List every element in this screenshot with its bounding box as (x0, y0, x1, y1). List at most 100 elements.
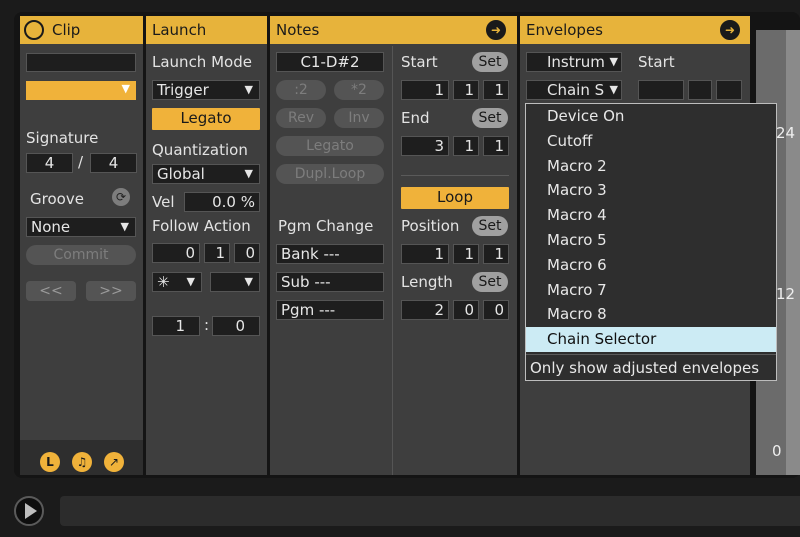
reverse-button[interactable]: Rev (276, 108, 326, 128)
notes-legato-button[interactable]: Legato (276, 136, 384, 156)
envelopes-title: Envelopes (526, 21, 603, 39)
note-range-field[interactable]: C1-D#2 (276, 52, 384, 72)
follow-action-b-dropdown[interactable]: ▼ (210, 272, 260, 292)
clip-name-field[interactable] (26, 53, 136, 72)
envelope-control-menu: Device On Cutoff Macro 2 Macro 3 Macro 4… (525, 103, 777, 381)
notes-panel: Notes ➜ C1-D#2 :2 *2 Rev Inv Legato Dupl… (270, 16, 517, 475)
end-sixteenths[interactable]: 1 (483, 136, 509, 156)
duplicate-loop-button[interactable]: Dupl.Loop (276, 164, 384, 184)
menu-item-chain-selector[interactable]: Chain Selector (526, 327, 776, 352)
envelope-start-beats[interactable] (688, 80, 712, 100)
follow-action-a-value: ✳ (157, 273, 170, 291)
clip-activator-button[interactable] (24, 20, 44, 40)
follow-time-bars[interactable]: 0 (152, 243, 200, 263)
position-bars[interactable]: 1 (401, 244, 449, 264)
start-beats[interactable]: 1 (453, 80, 479, 100)
envelope-control-dropdown[interactable]: Chain S ▼ (526, 80, 622, 100)
end-set-button[interactable]: Set (472, 108, 508, 128)
length-beats[interactable]: 0 (453, 300, 479, 320)
follow-time-beats[interactable]: 1 (204, 243, 230, 263)
velocity-label: Vel (152, 193, 175, 211)
chevron-down-icon: ▼ (609, 83, 618, 96)
bank-field[interactable]: Bank --- (276, 244, 384, 264)
envelope-device-value: Instrum (547, 53, 605, 71)
notes-expand-arrow-icon[interactable]: ➜ (486, 20, 506, 40)
notes-box-toggle-icon[interactable]: ♫ (72, 452, 92, 472)
menu-item-macro-3[interactable]: Macro 3 (526, 178, 776, 203)
launch-box-toggle-icon[interactable]: L (40, 452, 60, 472)
menu-item-device-on[interactable]: Device On (526, 104, 776, 129)
position-set-button[interactable]: Set (472, 216, 508, 236)
menu-item-macro-6[interactable]: Macro 6 (526, 253, 776, 278)
start-sixteenths[interactable]: 1 (483, 80, 509, 100)
notes-divider (392, 46, 393, 475)
chevron-down-icon: ▼ (244, 83, 253, 96)
notes-title: Notes (276, 21, 320, 39)
signature-numerator[interactable]: 4 (26, 153, 73, 173)
end-beats[interactable]: 1 (453, 136, 479, 156)
position-beats[interactable]: 1 (453, 244, 479, 264)
length-bars[interactable]: 2 (401, 300, 449, 320)
nudge-forward-button[interactable]: >> (86, 281, 136, 301)
menu-item-macro-2[interactable]: Macro 2 (526, 154, 776, 179)
signature-denominator[interactable]: 4 (90, 153, 137, 173)
nudge-back-button[interactable]: << (26, 281, 76, 301)
follow-chance-separator: : (204, 316, 210, 334)
transpose-half-button[interactable]: :2 (276, 80, 326, 100)
follow-action-a-dropdown[interactable]: ✳ ▼ (152, 272, 202, 292)
clip-color-dropdown[interactable]: ▼ (26, 81, 136, 100)
velocity-field[interactable]: 0.0 % (184, 192, 260, 212)
commit-button[interactable]: Commit (26, 245, 136, 265)
envelopes-box-toggle-icon[interactable]: ↗ (104, 452, 124, 472)
follow-time-sixteenths[interactable]: 0 (234, 243, 260, 263)
end-bars[interactable]: 3 (401, 136, 449, 156)
follow-chance-b[interactable]: 0 (212, 316, 260, 336)
notes-panel-header: Notes (270, 16, 517, 44)
program-field[interactable]: Pgm --- (276, 300, 384, 320)
envelope-control-value: Chain S (547, 81, 605, 99)
play-button[interactable] (14, 496, 44, 526)
menu-item-cutoff[interactable]: Cutoff (526, 129, 776, 154)
envelopes-expand-arrow-icon[interactable]: ➜ (720, 20, 740, 40)
envelope-start-bars[interactable] (638, 80, 684, 100)
menu-item-macro-5[interactable]: Macro 5 (526, 228, 776, 253)
invert-button[interactable]: Inv (334, 108, 384, 128)
menu-item-macro-8[interactable]: Macro 8 (526, 302, 776, 327)
launch-title: Launch (152, 21, 207, 39)
start-set-button[interactable]: Set (472, 52, 508, 72)
groove-hotswap-icon[interactable]: ⟳ (112, 188, 130, 206)
chevron-down-icon: ▼ (120, 220, 129, 233)
loop-toggle[interactable]: Loop (401, 187, 509, 209)
length-set-button[interactable]: Set (472, 272, 508, 292)
chevron-down-icon: ▼ (121, 82, 130, 95)
ruler-label-12: 12 (776, 285, 796, 303)
envelopes-panel-header: Envelopes (520, 16, 750, 44)
start-bars[interactable]: 1 (401, 80, 449, 100)
menu-item-only-adjusted[interactable]: Only show adjusted envelopes (526, 356, 776, 381)
end-label: End (401, 109, 430, 127)
quantization-value: Global (157, 165, 205, 183)
clip-panel: Clip ▼ Signature 4 / 4 Groove ⟳ None ▼ C… (20, 16, 143, 475)
length-label: Length (401, 273, 453, 291)
menu-item-macro-7[interactable]: Macro 7 (526, 278, 776, 303)
ruler-label-0: 0 (772, 442, 782, 460)
length-sixteenths[interactable]: 0 (483, 300, 509, 320)
signature-separator: / (78, 153, 84, 171)
menu-item-macro-4[interactable]: Macro 4 (526, 203, 776, 228)
clip-overview-scrollbar[interactable] (60, 496, 800, 526)
ruler-label-24: 24 (776, 124, 796, 142)
groove-dropdown[interactable]: None ▼ (26, 217, 136, 237)
launch-mode-dropdown[interactable]: Trigger ▼ (152, 80, 260, 100)
transpose-double-button[interactable]: *2 (334, 80, 384, 100)
launch-panel-header: Launch (146, 16, 267, 44)
sub-bank-field[interactable]: Sub --- (276, 272, 384, 292)
envelope-start-sixteenths[interactable] (716, 80, 742, 100)
position-sixteenths[interactable]: 1 (483, 244, 509, 264)
launch-mode-label: Launch Mode (152, 53, 252, 71)
legato-toggle[interactable]: Legato (152, 108, 260, 130)
menu-separator (526, 354, 776, 355)
envelope-device-dropdown[interactable]: Instrum ▼ (526, 52, 622, 72)
groove-label: Groove (30, 190, 84, 208)
follow-chance-a[interactable]: 1 (152, 316, 200, 336)
quantization-dropdown[interactable]: Global ▼ (152, 164, 260, 184)
